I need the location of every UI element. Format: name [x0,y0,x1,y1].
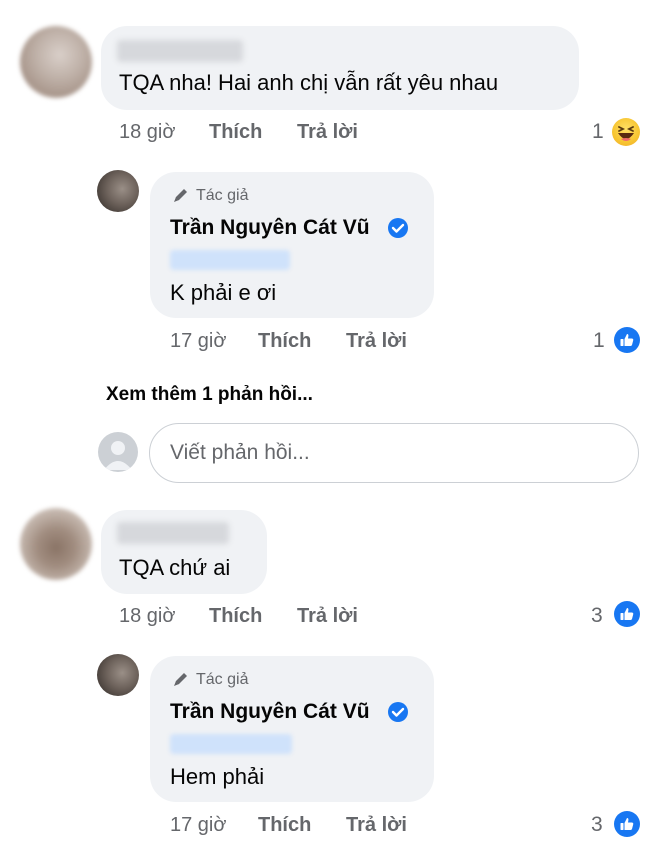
like-button[interactable]: Thích [209,121,262,144]
author-name[interactable]: Trần Nguyên Cát Vũ [170,700,370,724]
reply-time[interactable]: 17 giờ [170,330,226,353]
reply-text: Hem phải [170,764,265,789]
pen-icon [172,670,190,693]
comment-bubble: TQA chứ ai [101,510,267,594]
author-name[interactable]: Trần Nguyên Cát Vũ [170,216,370,240]
like-icon[interactable] [614,811,640,837]
like-button[interactable]: Thích [258,814,311,837]
author-tag: Tác giả [196,187,249,204]
reply-button[interactable]: Trả lời [346,330,407,353]
mentioned-name-redacted[interactable] [170,734,292,754]
comment-bubble: TQA nha! Hai anh chị vẫn rất yêu nhau [101,26,579,110]
reply-button[interactable]: Trả lời [297,605,358,628]
reply-input-placeholder: Viết phản hồi... [170,441,310,464]
author-tag: Tác giả [196,671,249,688]
pen-icon [172,186,190,209]
author-avatar[interactable] [97,654,139,696]
reaction-count[interactable]: 3 [591,604,603,628]
reply-text: K phải e ơi [170,280,277,305]
verified-badge-icon [387,217,409,244]
like-icon[interactable] [614,327,640,353]
commenter-name-redacted[interactable] [117,522,229,544]
like-icon[interactable] [614,601,640,627]
reaction-count[interactable]: 1 [592,120,604,144]
commenter-avatar[interactable] [20,26,92,98]
view-more-replies-link[interactable]: Xem thêm 1 phản hồi... [106,384,313,406]
commenter-avatar[interactable] [20,508,92,580]
author-avatar[interactable] [97,170,139,212]
reply-time[interactable]: 17 giờ [170,814,226,837]
reaction-count[interactable]: 1 [593,329,605,353]
like-button[interactable]: Thích [209,605,262,628]
haha-icon[interactable] [612,118,640,146]
comment-time[interactable]: 18 giờ [119,121,175,144]
commenter-name-redacted[interactable] [117,40,243,62]
reply-button[interactable]: Trả lời [346,814,407,837]
reply-input[interactable]: Viết phản hồi... [149,423,639,483]
reply-bubble: Tác giả Trần Nguyên Cát Vũ K phải e ơi [150,172,434,318]
reaction-count[interactable]: 3 [591,813,603,837]
comment-time[interactable]: 18 giờ [119,605,175,628]
reply-button[interactable]: Trả lời [297,121,358,144]
verified-badge-icon [387,701,409,728]
reply-bubble: Tác giả Trần Nguyên Cát Vũ Hem phải [150,656,434,802]
comment-text: TQA nha! Hai anh chị vẫn rất yêu nhau [119,70,499,95]
comment-text: TQA chứ ai [119,555,231,580]
current-user-avatar [98,432,138,472]
like-button[interactable]: Thích [258,330,311,353]
mentioned-name-redacted[interactable] [170,250,290,270]
